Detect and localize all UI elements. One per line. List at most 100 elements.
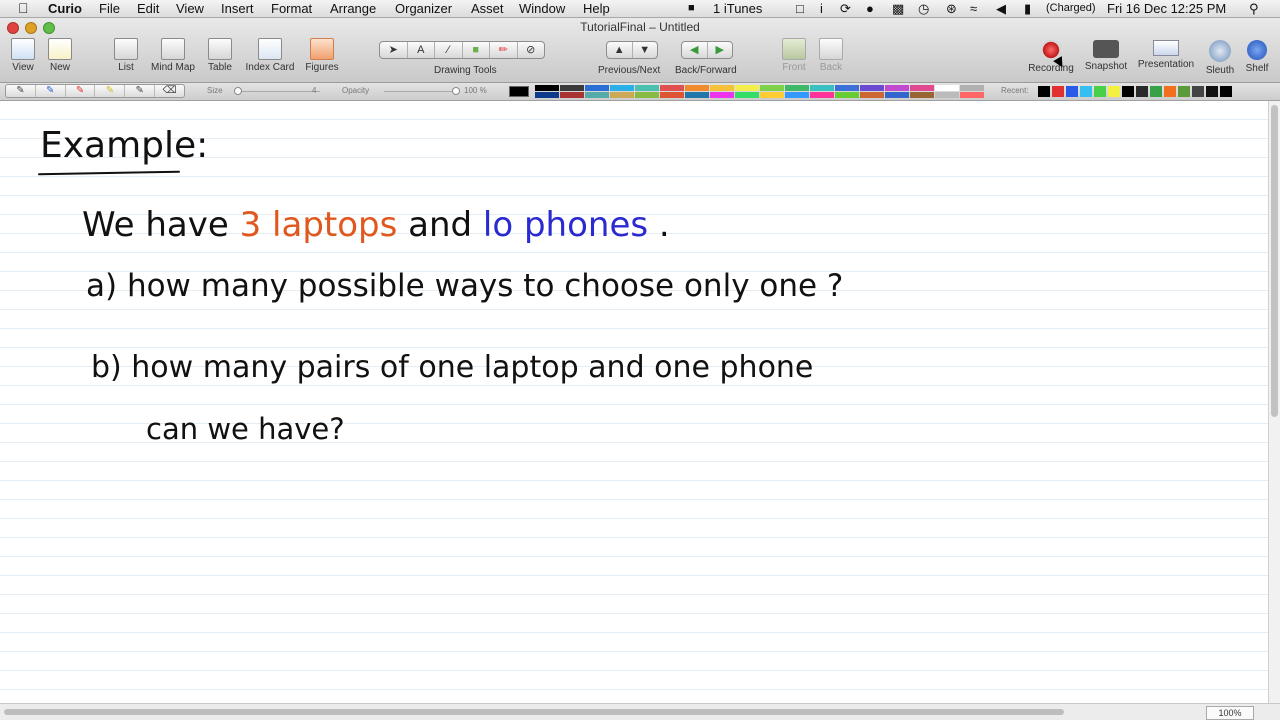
list-button[interactable]: List xyxy=(110,38,142,73)
new-button[interactable]: New xyxy=(44,38,76,73)
next-arrow-icon[interactable]: ▼ xyxy=(633,42,658,58)
palette-swatch[interactable] xyxy=(885,92,909,98)
palette-swatch[interactable] xyxy=(835,92,859,98)
wifi-icon[interactable]: ≈ xyxy=(970,0,977,17)
highlighter-icon[interactable]: ✎ xyxy=(95,85,126,97)
recent-color-swatch[interactable] xyxy=(1052,86,1064,97)
palette-swatch[interactable] xyxy=(735,85,759,91)
line-tool-icon[interactable]: ∕ xyxy=(435,42,463,58)
palette-swatch[interactable] xyxy=(585,92,609,98)
palette-swatch[interactable] xyxy=(810,92,834,98)
figures-button[interactable]: Figures xyxy=(303,38,341,73)
menu-asset[interactable]: Asset xyxy=(471,0,504,17)
previous-next-segment[interactable]: ▲ ▼ xyxy=(606,41,658,59)
palette-swatch[interactable] xyxy=(635,85,659,91)
size-slider-knob[interactable] xyxy=(234,87,242,95)
menu-window[interactable]: Window xyxy=(519,0,565,17)
palette-swatch[interactable] xyxy=(610,85,634,91)
palette-swatch[interactable] xyxy=(860,92,884,98)
select-arrow-icon[interactable]: ➤ xyxy=(380,42,408,58)
opacity-slider-knob[interactable] xyxy=(452,87,460,95)
back-button[interactable]: Back xyxy=(815,38,847,73)
palette-swatch[interactable] xyxy=(685,92,709,98)
recent-color-swatch[interactable] xyxy=(1136,86,1148,97)
palette-swatch[interactable] xyxy=(685,85,709,91)
current-color-well[interactable] xyxy=(509,86,529,97)
recent-color-swatch[interactable] xyxy=(1178,86,1190,97)
palette-swatch[interactable] xyxy=(535,85,559,91)
horizontal-scrollbar[interactable]: 100% xyxy=(0,703,1280,720)
menu-arrange[interactable]: Arrange xyxy=(330,0,376,17)
menu-format[interactable]: Format xyxy=(271,0,312,17)
recent-color-swatch[interactable] xyxy=(1066,86,1078,97)
disk-icon[interactable]: ● xyxy=(866,0,874,17)
size-slider-track[interactable] xyxy=(234,91,320,92)
front-button[interactable]: Front xyxy=(778,38,810,73)
brush-icon[interactable]: ✎ xyxy=(125,85,156,97)
spotlight-icon[interactable]: ⚲ xyxy=(1249,0,1259,17)
recent-color-swatch[interactable] xyxy=(1108,86,1120,97)
palette-swatch[interactable] xyxy=(560,85,584,91)
presentation-button[interactable]: Presentation xyxy=(1135,40,1197,70)
palette-swatch[interactable] xyxy=(885,85,909,91)
eraser-pen-icon[interactable]: ⌫ xyxy=(155,85,184,97)
display-icon[interactable]: ▩ xyxy=(892,0,904,17)
palette-swatch[interactable] xyxy=(660,92,684,98)
itunes-menu[interactable]: 1 iTunes xyxy=(713,0,762,17)
palette-swatch[interactable] xyxy=(710,92,734,98)
palette-swatch[interactable] xyxy=(960,85,984,91)
fill-color-icon[interactable]: ■ xyxy=(463,42,490,58)
eraser-icon[interactable]: ⊘ xyxy=(518,42,545,58)
table-button[interactable]: Table xyxy=(203,38,237,73)
sleuth-button[interactable]: Sleuth xyxy=(1202,40,1238,76)
info-icon[interactable]: i xyxy=(820,0,823,17)
text-tool-icon[interactable]: A xyxy=(408,42,435,58)
recording-button[interactable]: Recording xyxy=(1026,40,1076,74)
recent-color-swatch[interactable] xyxy=(1220,86,1232,97)
palette-swatch[interactable] xyxy=(960,92,984,98)
back-arrow-icon[interactable]: ◀ xyxy=(682,42,708,58)
menu-insert[interactable]: Insert xyxy=(221,0,254,17)
mind-map-button[interactable]: Mind Map xyxy=(148,38,198,73)
previous-arrow-icon[interactable]: ▲ xyxy=(607,42,633,58)
bluetooth-icon[interactable]: ⊛ xyxy=(946,0,957,17)
palette-swatch[interactable] xyxy=(860,85,884,91)
recent-color-swatch[interactable] xyxy=(1122,86,1134,97)
volume-icon[interactable]: ◀ xyxy=(996,0,1006,17)
recent-color-swatch[interactable] xyxy=(1150,86,1162,97)
spaces-icon[interactable]: □ xyxy=(796,0,804,17)
zoom-level[interactable]: 100% xyxy=(1206,706,1254,720)
back-forward-segment[interactable]: ◀ ▶ xyxy=(681,41,733,59)
palette-swatch[interactable] xyxy=(910,92,934,98)
palette-swatch[interactable] xyxy=(935,85,959,91)
menu-help[interactable]: Help xyxy=(583,0,610,17)
palette-swatch[interactable] xyxy=(910,85,934,91)
opacity-slider-track[interactable] xyxy=(384,91,460,92)
apple-icon[interactable]:  xyxy=(18,0,29,17)
menu-file[interactable]: File xyxy=(99,0,120,17)
palette-swatch[interactable] xyxy=(785,92,809,98)
vertical-scrollbar[interactable] xyxy=(1268,101,1280,703)
palette-swatch[interactable] xyxy=(835,85,859,91)
shelf-button[interactable]: Shelf xyxy=(1240,40,1274,74)
palette-swatch[interactable] xyxy=(810,85,834,91)
recent-color-swatch[interactable] xyxy=(1094,86,1106,97)
recent-color-swatch[interactable] xyxy=(1164,86,1176,97)
drawing-tools-segment[interactable]: ➤ A ∕ ■ ✏ ⊘ xyxy=(379,41,545,59)
palette-swatch[interactable] xyxy=(760,92,784,98)
index-card-button[interactable]: Index Card xyxy=(242,38,298,73)
recent-color-swatch[interactable] xyxy=(1038,86,1050,97)
vertical-scroll-thumb[interactable] xyxy=(1271,105,1278,417)
palette-swatch[interactable] xyxy=(635,92,659,98)
idea-space-canvas[interactable] xyxy=(0,101,1268,703)
menu-edit[interactable]: Edit xyxy=(137,0,159,17)
pen-icon[interactable]: ✎ xyxy=(36,85,66,97)
palette-swatch[interactable] xyxy=(560,92,584,98)
recent-color-swatch[interactable] xyxy=(1080,86,1092,97)
palette-swatch[interactable] xyxy=(935,92,959,98)
palette-swatch[interactable] xyxy=(735,92,759,98)
view-button[interactable]: View xyxy=(6,38,40,73)
pencil-icon[interactable]: ✎ xyxy=(6,85,36,97)
palette-swatch[interactable] xyxy=(710,85,734,91)
marker-icon[interactable]: ✎ xyxy=(66,85,96,97)
